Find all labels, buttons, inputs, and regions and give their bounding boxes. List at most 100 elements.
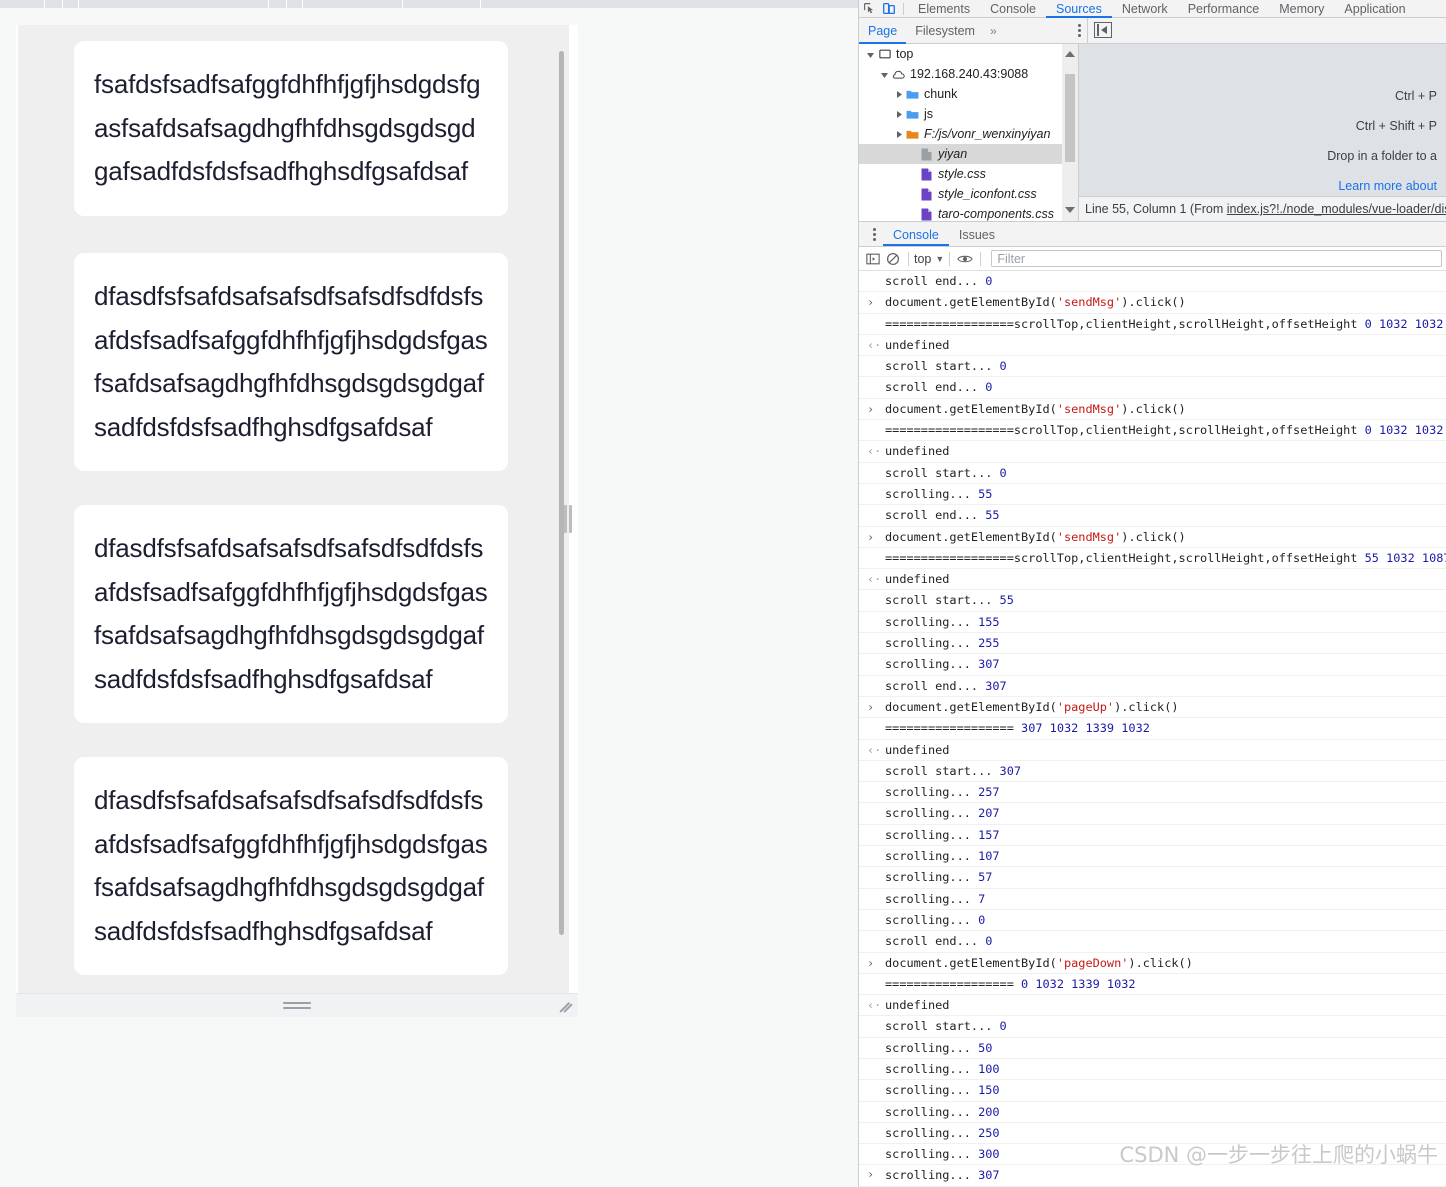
console-text: document.getElementById( bbox=[885, 955, 1057, 970]
console-text: scrolling... bbox=[885, 1104, 979, 1119]
tab-sources[interactable]: Sources bbox=[1045, 0, 1112, 18]
toolbar-divider bbox=[980, 251, 982, 266]
tab-console[interactable]: Console bbox=[980, 0, 1046, 18]
console-log-row: scrolling... 57 bbox=[859, 867, 1446, 889]
chevron-down-icon[interactable] bbox=[877, 69, 891, 80]
console-log-row: scroll end... 0 bbox=[859, 377, 1446, 399]
folder-icon bbox=[905, 89, 920, 100]
console-text: 200 bbox=[978, 1104, 1000, 1119]
console-text: scrolling... bbox=[885, 1083, 979, 1098]
preview-bottom-bar bbox=[16, 993, 578, 1017]
learn-more-link[interactable]: Learn more about bbox=[1338, 179, 1437, 193]
console-sidebar-icon[interactable] bbox=[863, 250, 883, 268]
console-text: scrolling... bbox=[885, 636, 979, 651]
drawer-tab-console[interactable]: Console bbox=[883, 224, 949, 246]
console-text: document.getElementById( bbox=[885, 401, 1057, 416]
console-text: 300 bbox=[978, 1147, 1000, 1162]
console-filter-input[interactable]: Filter bbox=[991, 250, 1442, 267]
preview-scrollbar-thumb[interactable] bbox=[559, 51, 564, 935]
tree-scrollbar-thumb[interactable] bbox=[1065, 74, 1075, 162]
scroll-up-icon[interactable] bbox=[1062, 46, 1078, 62]
console-text: 55 1032 1087 1032 bbox=[1364, 550, 1446, 565]
console-text: 50 bbox=[978, 1040, 993, 1055]
console-log-row: scroll start... 0 bbox=[859, 356, 1446, 378]
tab-network[interactable]: Network bbox=[1112, 0, 1178, 18]
tab-performance[interactable]: Performance bbox=[1178, 0, 1270, 18]
page-viewport: fsafdsfsadfsafggfdhfhfjgfjhsdgdsfgasfsaf… bbox=[0, 8, 858, 1187]
console-text: ==================scrollTop,clientHeight… bbox=[885, 550, 1365, 565]
tree-item[interactable]: js bbox=[859, 104, 1078, 124]
collapse-sidebar-icon[interactable] bbox=[1094, 22, 1112, 38]
stylesheet-icon bbox=[919, 168, 934, 181]
resize-corner-icon[interactable] bbox=[559, 999, 574, 1013]
tree-item-label: top bbox=[896, 47, 914, 61]
more-subtabs-icon[interactable]: » bbox=[984, 24, 1003, 38]
console-input-prompt[interactable]: › bbox=[859, 1161, 1446, 1187]
console-log-row: scrolling... 255 bbox=[859, 633, 1446, 655]
console-text: 255 bbox=[978, 636, 1000, 651]
tab-application[interactable]: Application bbox=[1334, 0, 1415, 18]
chevron-down-icon: ▼ bbox=[935, 253, 945, 264]
chat-message-list[interactable]: fsafdsfsadfsafggfdhfhfjgfjhsdgdsfgasfsaf… bbox=[56, 25, 578, 993]
console-text: ==================scrollTop,clientHeight… bbox=[885, 316, 1365, 331]
console-text: 55 bbox=[985, 508, 1000, 523]
tree-item[interactable]: yiyan bbox=[859, 144, 1078, 164]
console-text: document.getElementById( bbox=[885, 699, 1057, 714]
tab-memory[interactable]: Memory bbox=[1269, 0, 1334, 18]
console-text: scroll start... bbox=[885, 1019, 1000, 1034]
tree-item[interactable]: top bbox=[859, 44, 1078, 64]
sources-navigator-tree[interactable]: top 192.168.240.43:9088 chunk js F:/js/vonr_… bbox=[859, 44, 1078, 221]
console-text: undefined bbox=[885, 572, 950, 587]
console-text: 107 bbox=[978, 849, 1000, 864]
console-text: 257 bbox=[978, 785, 1000, 800]
chevron-right-icon[interactable] bbox=[891, 89, 905, 100]
inspect-element-icon[interactable] bbox=[859, 0, 879, 18]
drawer-more-options-icon[interactable] bbox=[865, 227, 883, 243]
stylesheet-icon bbox=[919, 208, 934, 221]
drawer-tab-issues[interactable]: Issues bbox=[949, 224, 1005, 246]
console-text: 307 bbox=[999, 763, 1022, 778]
chevron-right-icon[interactable] bbox=[891, 129, 905, 140]
browser-chrome-strip bbox=[0, 0, 858, 8]
console-log-row: scroll end... 307 bbox=[859, 676, 1446, 697]
chevron-down-icon[interactable] bbox=[863, 49, 877, 60]
live-expression-icon[interactable] bbox=[955, 250, 975, 268]
tree-item[interactable]: style.css bbox=[859, 164, 1078, 184]
console-text: 157 bbox=[978, 827, 1000, 842]
console-context-selector[interactable]: top ▼ bbox=[914, 252, 944, 266]
console-log-output[interactable]: scroll end... 0 › document.getElementById(… bbox=[859, 271, 1446, 1187]
console-text: ================== bbox=[885, 721, 1022, 736]
console-log-row: scrolling... 55 bbox=[859, 484, 1446, 506]
console-log-row: scrolling... 155 bbox=[859, 612, 1446, 634]
tab-elements[interactable]: Elements bbox=[908, 0, 980, 18]
tree-item-label: js bbox=[924, 107, 934, 121]
console-log-row: scrolling... 250 bbox=[859, 1123, 1446, 1145]
horizontal-resize-handle[interactable] bbox=[564, 505, 574, 533]
console-text: 0 1032 1032 1032 bbox=[1364, 316, 1446, 331]
tree-item[interactable]: F:/js/vonr_wenxinyiyan bbox=[859, 124, 1078, 144]
console-text: 'pageUp' bbox=[1056, 699, 1115, 714]
device-toolbar-icon[interactable] bbox=[879, 0, 899, 18]
tree-item[interactable]: taro-components.css bbox=[859, 204, 1078, 221]
console-log-row: scrolling... 0 bbox=[859, 910, 1446, 932]
sources-subtabstrip: Page Filesystem » bbox=[859, 18, 1446, 44]
console-log-row: scrolling... 257 bbox=[859, 782, 1446, 804]
scroll-down-icon[interactable] bbox=[1062, 202, 1078, 218]
tree-item[interactable]: chunk bbox=[859, 84, 1078, 104]
subtab-filesystem[interactable]: Filesystem bbox=[906, 19, 984, 44]
console-text: 55 bbox=[978, 486, 993, 501]
console-text: 'pageDown' bbox=[1056, 955, 1129, 970]
console-command-row: › document.getElementById('sendMsg').clic… bbox=[859, 527, 1446, 548]
chevron-right-icon[interactable] bbox=[891, 109, 905, 120]
tree-item[interactable]: 192.168.240.43:9088 bbox=[859, 64, 1078, 84]
vertical-resize-handle[interactable] bbox=[283, 1002, 311, 1010]
folder-local-icon bbox=[905, 129, 920, 140]
clear-console-icon[interactable] bbox=[883, 250, 903, 268]
console-text: 57 bbox=[978, 870, 993, 885]
sources-more-options-icon[interactable] bbox=[1071, 23, 1087, 39]
console-text: scroll start... bbox=[885, 465, 1000, 480]
devtools-panel: Elements Console Sources Network Perform… bbox=[858, 0, 1446, 1187]
editor-status-link[interactable]: index.js?!./node_modules/vue-loader/dist… bbox=[1227, 202, 1446, 216]
tree-item[interactable]: style_iconfont.css bbox=[859, 184, 1078, 204]
subtab-page[interactable]: Page bbox=[859, 19, 907, 44]
